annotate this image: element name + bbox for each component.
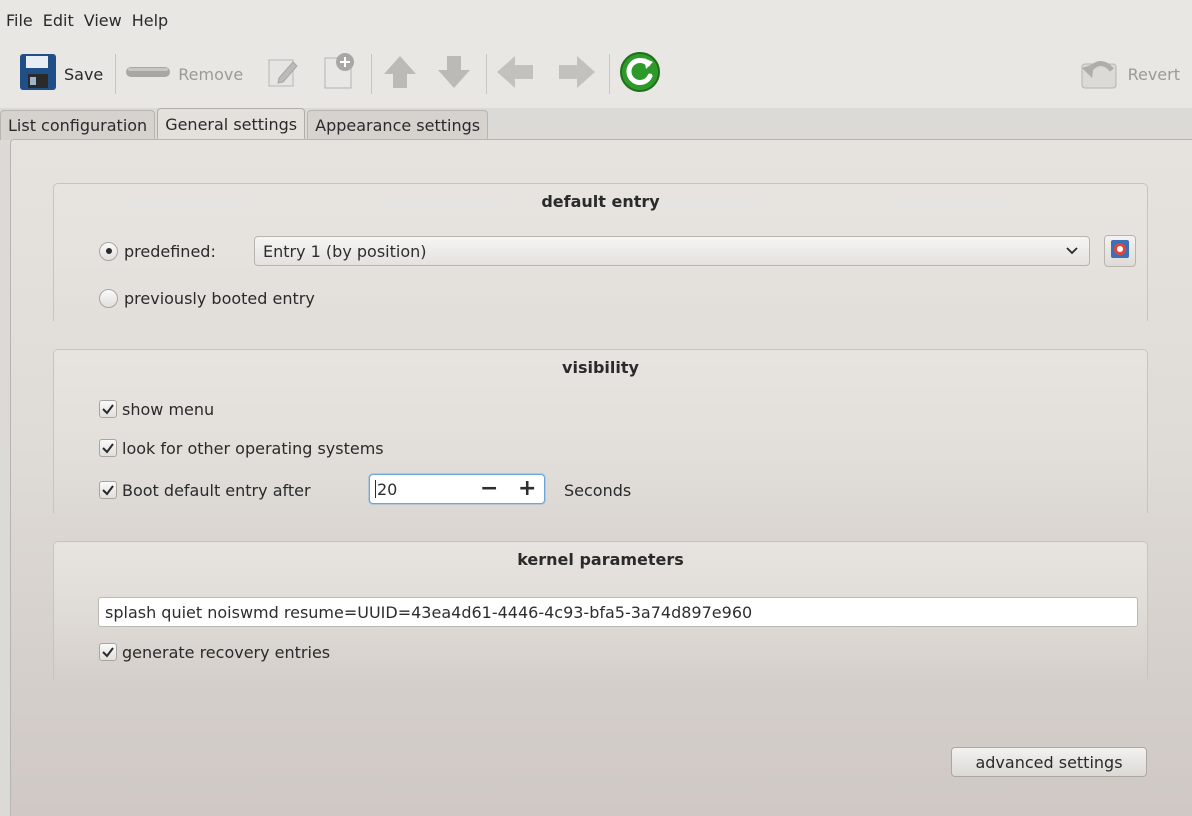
move-up-button[interactable] — [380, 50, 420, 98]
menu-bar: File Edit View Help — [0, 0, 1192, 40]
checkmark-icon — [102, 404, 114, 415]
look-other-os-checkbox[interactable] — [99, 439, 117, 457]
recovery-checkbox[interactable] — [99, 643, 117, 661]
toolbar-separator — [486, 54, 488, 94]
remove-button[interactable]: Remove — [124, 50, 243, 98]
checkmark-icon — [102, 485, 114, 496]
forward-button[interactable] — [555, 50, 597, 98]
boot-default-label: Boot default entry after — [122, 480, 311, 500]
recovery-label: generate recovery entries — [122, 642, 331, 662]
decrement-button[interactable]: − — [480, 476, 498, 502]
look-other-os-label: look for other operating systems — [122, 438, 384, 458]
save-label: Save — [64, 64, 104, 84]
checkmark-icon — [102, 443, 114, 454]
predefined-label: predefined: — [124, 241, 216, 261]
timeout-value: 20 — [377, 479, 398, 499]
visibility-group: visibility show menu look for other oper… — [53, 349, 1148, 513]
previously-booted-radio[interactable] — [99, 288, 118, 308]
add-entry-icon — [319, 52, 359, 96]
move-down-button[interactable] — [434, 50, 474, 98]
timeout-spinbox[interactable]: 20 − + — [369, 474, 545, 504]
menu-view[interactable]: View — [84, 11, 122, 30]
tab-list-configuration[interactable]: List configuration — [0, 110, 156, 140]
timeout-unit-row: Seconds — [564, 476, 631, 504]
edit-button[interactable] — [265, 50, 301, 98]
save-icon — [18, 52, 58, 96]
text-cursor — [375, 480, 376, 498]
configure-entry-button[interactable] — [1104, 235, 1136, 267]
boot-default-checkbox[interactable] — [99, 481, 117, 499]
previously-booted-row: previously booted entry — [99, 284, 315, 312]
recovery-row: generate recovery entries — [99, 639, 330, 665]
toolbar-separator — [371, 54, 373, 94]
kernel-parameters-value: splash quiet noiswmd resume=UUID=43ea4d6… — [105, 602, 753, 622]
toolbar: Save Remove Revert — [0, 40, 1192, 108]
reload-button[interactable] — [618, 50, 662, 98]
default-entry-combo[interactable]: Entry 1 (by position) — [254, 236, 1090, 266]
tab-bar: List configuration General settings Appe… — [0, 108, 490, 140]
remove-label: Remove — [178, 64, 244, 84]
edit-icon — [265, 54, 301, 94]
tab-appearance-settings[interactable]: Appearance settings — [307, 110, 489, 140]
add-entry-button[interactable] — [319, 50, 359, 98]
revert-label: Revert — [1127, 64, 1180, 84]
previously-booted-label: previously booted entry — [124, 288, 315, 308]
menu-help[interactable]: Help — [132, 11, 168, 30]
default-entry-combo-value: Entry 1 (by position) — [263, 241, 427, 261]
revert-button[interactable]: Revert — [1078, 50, 1180, 98]
remove-icon — [124, 62, 172, 86]
kernel-parameters-group: kernel parameters splash quiet noiswmd r… — [53, 541, 1148, 679]
save-button[interactable]: Save — [18, 50, 103, 98]
back-button[interactable] — [495, 50, 537, 98]
visibility-title: visibility — [562, 358, 639, 377]
show-menu-checkbox[interactable] — [99, 400, 117, 418]
menu-edit[interactable]: Edit — [43, 11, 74, 30]
increment-button[interactable]: + — [518, 476, 536, 502]
reload-icon — [618, 50, 662, 98]
tab-general-settings[interactable]: General settings — [157, 108, 306, 140]
predefined-radio[interactable] — [99, 241, 118, 261]
chevron-down-icon — [1065, 243, 1079, 263]
advanced-settings-button[interactable]: advanced settings — [951, 747, 1147, 777]
boot-default-row: Boot default entry after — [99, 476, 311, 504]
back-icon — [495, 52, 537, 96]
checkmark-icon — [102, 647, 114, 658]
default-entry-title: default entry — [541, 192, 660, 211]
radio-selected-dot — [105, 248, 112, 254]
toolbar-separator — [609, 54, 611, 94]
default-entry-group: default entry predefined: Entry 1 (by po… — [53, 183, 1148, 321]
general-settings-panel: default entry predefined: Entry 1 (by po… — [10, 139, 1192, 816]
move-up-icon — [380, 52, 420, 96]
revert-icon — [1078, 52, 1122, 96]
move-down-icon — [434, 52, 474, 96]
forward-icon — [555, 52, 597, 96]
toolbar-separator — [115, 54, 117, 94]
show-menu-row: show menu — [99, 396, 214, 422]
kernel-parameters-input[interactable]: splash quiet noiswmd resume=UUID=43ea4d6… — [98, 597, 1138, 627]
look-other-os-row: look for other operating systems — [99, 435, 384, 461]
configure-icon — [1109, 238, 1131, 264]
kernel-parameters-title: kernel parameters — [517, 550, 684, 569]
timeout-unit-label: Seconds — [564, 480, 632, 500]
menu-file[interactable]: File — [6, 11, 33, 30]
predefined-row: predefined: — [99, 236, 216, 266]
show-menu-label: show menu — [122, 399, 215, 419]
